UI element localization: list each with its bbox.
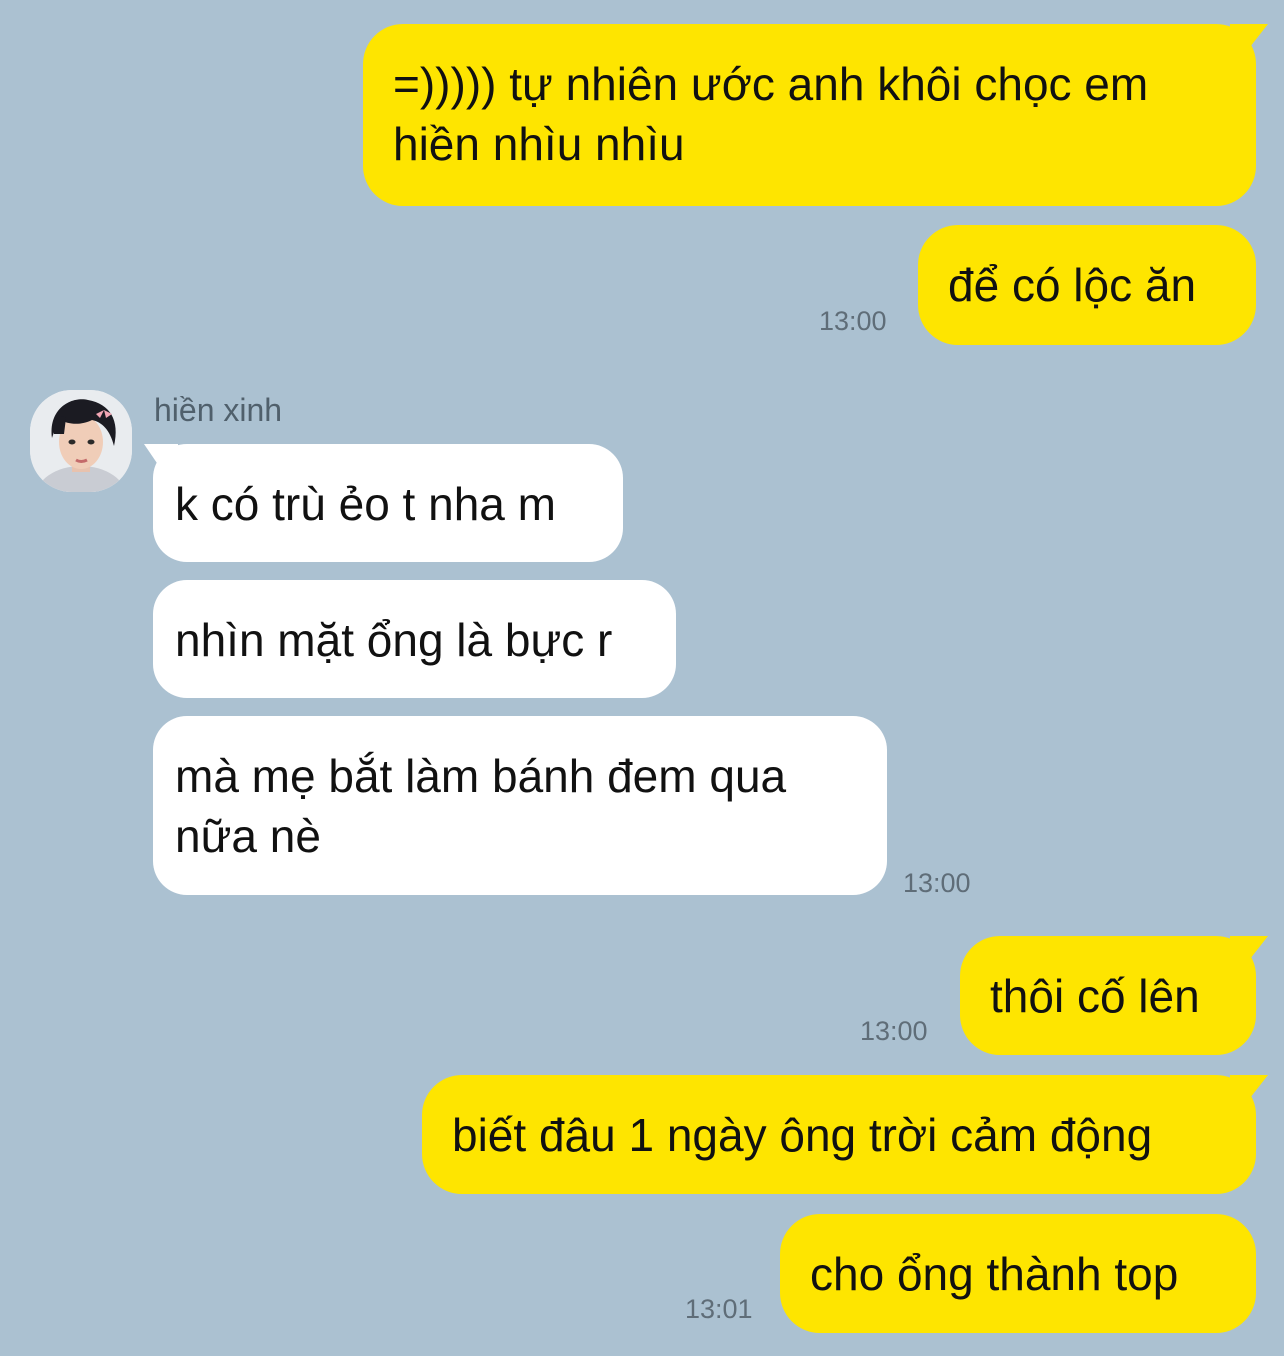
message-text: thôi cố lên bbox=[990, 970, 1200, 1022]
my-message-bubble[interactable]: biết đâu 1 ngày ông trời cảm động bbox=[422, 1075, 1256, 1194]
profile-photo-icon bbox=[30, 390, 132, 492]
contact-avatar[interactable] bbox=[30, 390, 132, 492]
message-text: =))))) tự nhiên ước anh khôi chọc em hiề… bbox=[393, 58, 1149, 170]
message-text: biết đâu 1 ngày ông trời cảm động bbox=[452, 1109, 1153, 1161]
message-timestamp: 13:00 bbox=[860, 1016, 928, 1046]
message-timestamp: 13:01 bbox=[685, 1294, 753, 1324]
my-message-bubble[interactable]: =))))) tự nhiên ước anh khôi chọc em hiề… bbox=[363, 24, 1256, 206]
sender-name: hiền xinh bbox=[154, 392, 283, 428]
message-text: cho ổng thành top bbox=[810, 1248, 1179, 1300]
my-message-bubble[interactable]: để có lộc ăn bbox=[918, 225, 1256, 345]
message-text: để có lộc ăn bbox=[948, 259, 1197, 311]
my-message-bubble[interactable]: cho ổng thành top bbox=[780, 1214, 1256, 1333]
message-text: k có trù ẻo t nha m bbox=[175, 478, 556, 530]
message-timestamp: 13:00 bbox=[903, 868, 971, 898]
message-timestamp: 13:00 bbox=[819, 306, 887, 336]
my-message-bubble[interactable]: thôi cố lên bbox=[960, 936, 1256, 1055]
their-message-bubble[interactable]: mà mẹ bắt làm bánh đem qua nữa nè bbox=[153, 716, 887, 895]
message-text: nhìn mặt ổng là bực r bbox=[175, 614, 613, 666]
their-message-bubble[interactable]: nhìn mặt ổng là bực r bbox=[153, 580, 676, 698]
message-text: mà mẹ bắt làm bánh đem qua nữa nè bbox=[175, 750, 787, 862]
their-message-bubble[interactable]: k có trù ẻo t nha m bbox=[153, 444, 623, 562]
